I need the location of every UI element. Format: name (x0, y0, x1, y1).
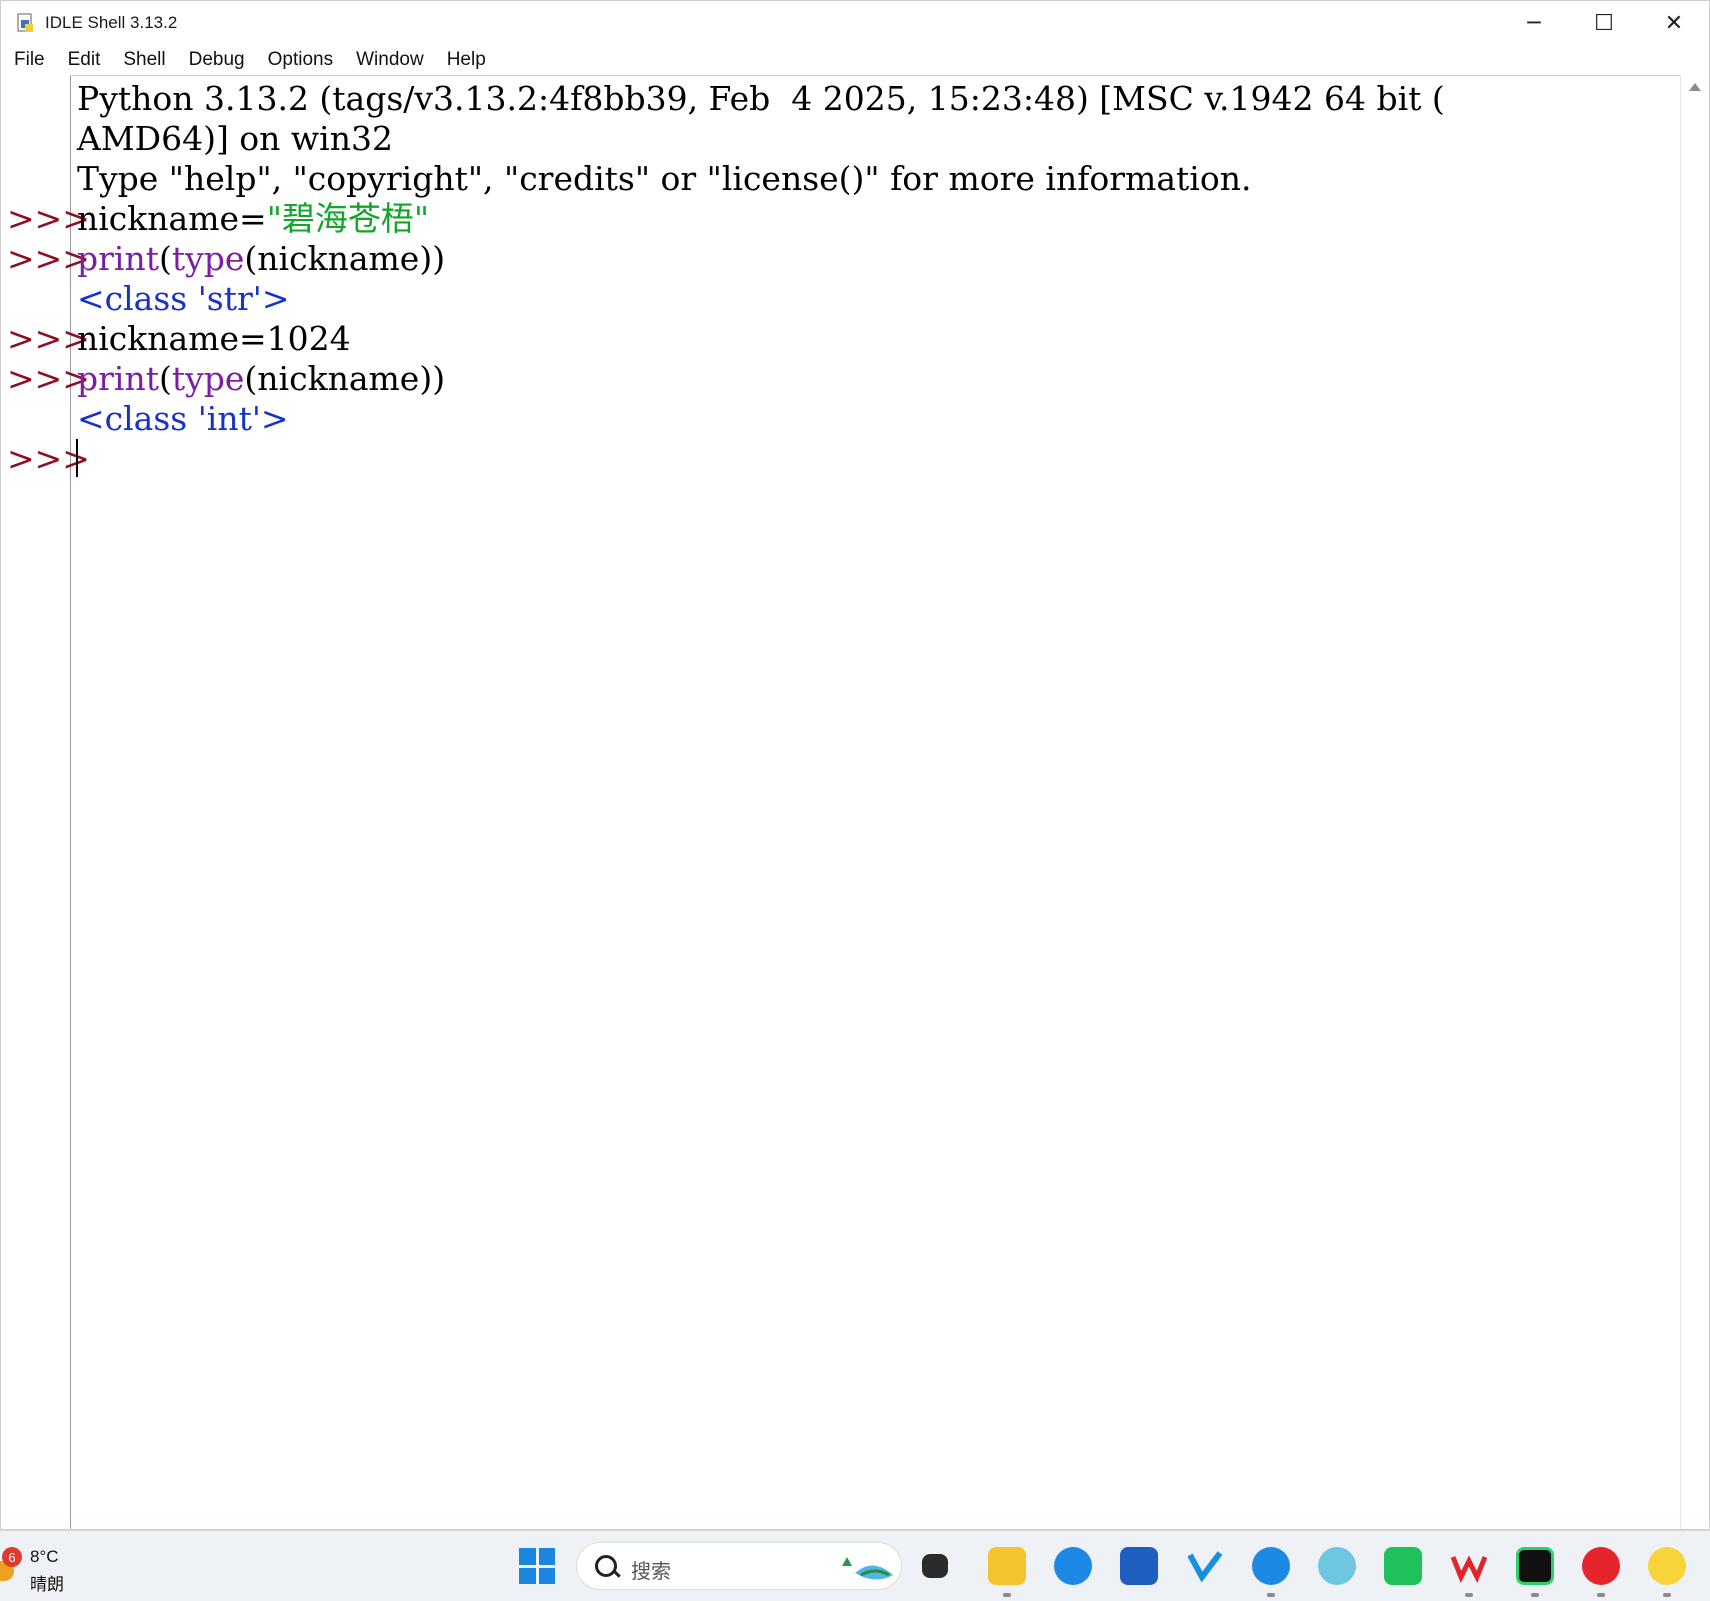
eye-care-icon[interactable] (1318, 1547, 1356, 1585)
input-line: print(type(nickname)) (77, 239, 445, 279)
code-text: (nickname)) (244, 239, 446, 278)
banner-help-line: Type "help", "copyright", "credits" or "… (77, 159, 1252, 198)
pycharm-icon[interactable] (1516, 1547, 1554, 1585)
text-cursor (76, 439, 78, 477)
menu-window[interactable]: Window (346, 49, 434, 71)
menu-debug[interactable]: Debug (179, 49, 255, 71)
builtin-type: type (171, 359, 245, 398)
file-explorer-icon[interactable] (988, 1547, 1026, 1585)
input-line: print(type(nickname)) (77, 359, 445, 399)
notification-badge: 6 (2, 1547, 22, 1567)
shell-text-area[interactable] (72, 75, 1681, 1529)
running-indicator (1597, 1593, 1605, 1597)
vscode-like-icon[interactable] (1186, 1547, 1224, 1585)
output-line: <class 'int'> (77, 399, 289, 438)
search-highlight-icon (842, 1557, 893, 1580)
netease-music-icon[interactable] (1582, 1547, 1620, 1585)
weather-description: 晴朗 (30, 1575, 64, 1594)
qq-music-icon[interactable] (1648, 1547, 1686, 1585)
task-view-icon[interactable] (922, 1554, 948, 1578)
minimize-button[interactable]: ─ (1499, 1, 1569, 45)
minimize-icon: ─ (1527, 10, 1541, 36)
prompt-gutter (1, 75, 71, 1529)
weather-temperature: 8°C (30, 1547, 59, 1566)
maximize-icon: ☐ (1594, 10, 1614, 36)
wechat-store-icon[interactable] (1384, 1547, 1422, 1585)
menu-file[interactable]: File (4, 49, 55, 71)
edge-ai-icon[interactable] (1252, 1547, 1290, 1585)
weather-widget[interactable]: 6 8°C 晴朗 (0, 1537, 120, 1595)
close-icon: ✕ (1664, 10, 1684, 36)
builtin-type: type (171, 239, 245, 278)
menu-help[interactable]: Help (437, 49, 496, 71)
running-indicator (1531, 1593, 1539, 1597)
python-idle-icon (15, 12, 37, 34)
search-icon (595, 1555, 617, 1577)
title-bar[interactable]: IDLE Shell 3.13.2 ─ ☐ ✕ (1, 1, 1709, 45)
code-text: (nickname)) (244, 359, 446, 398)
windows-logo-icon (519, 1548, 536, 1565)
taskbar-search-box[interactable]: 搜索 (576, 1542, 902, 1590)
code-text: ( (158, 239, 172, 278)
menu-options[interactable]: Options (258, 49, 343, 71)
window-controls: ─ ☐ ✕ (1499, 1, 1709, 45)
running-indicator (1663, 1593, 1671, 1597)
window-title: IDLE Shell 3.13.2 (45, 13, 178, 32)
search-placeholder: 搜索 (631, 1561, 671, 1583)
running-indicator (1267, 1593, 1275, 1597)
banner-line: Python 3.13.2 (tags/v3.13.2:4f8bb39, Feb… (77, 79, 1445, 118)
idle-shell-window: IDLE Shell 3.13.2 ─ ☐ ✕ File Edit Shell … (0, 0, 1710, 1530)
input-line: nickname=1024 (77, 319, 351, 358)
menu-edit[interactable]: Edit (58, 49, 111, 71)
builtin-print: print (77, 359, 159, 398)
string-literal: "碧海苍梧" (266, 199, 430, 238)
menu-bar: File Edit Shell Debug Options Window Hel… (1, 45, 1709, 75)
menu-shell[interactable]: Shell (113, 49, 175, 71)
output-line: <class 'str'> (77, 279, 290, 318)
close-button[interactable]: ✕ (1639, 1, 1709, 45)
running-indicator (1003, 1593, 1011, 1597)
start-button[interactable] (519, 1548, 555, 1584)
running-indicator (1465, 1593, 1473, 1597)
taskbar: 6 8°C 晴朗 搜索 (0, 1530, 1710, 1601)
code-text: ( (158, 359, 172, 398)
banner-line: AMD64)] on win32 (77, 119, 393, 158)
wps-office-icon[interactable] (1450, 1547, 1488, 1585)
edge-browser-icon[interactable] (1054, 1547, 1092, 1585)
code-text: nickname= (77, 199, 267, 238)
input-line: nickname="碧海苍梧" (77, 199, 429, 239)
scroll-up-icon[interactable] (1689, 83, 1701, 91)
microsoft-store-icon[interactable] (1120, 1547, 1158, 1585)
maximize-button[interactable]: ☐ (1569, 1, 1639, 45)
builtin-print: print (77, 239, 159, 278)
vertical-scrollbar[interactable] (1680, 75, 1709, 1529)
